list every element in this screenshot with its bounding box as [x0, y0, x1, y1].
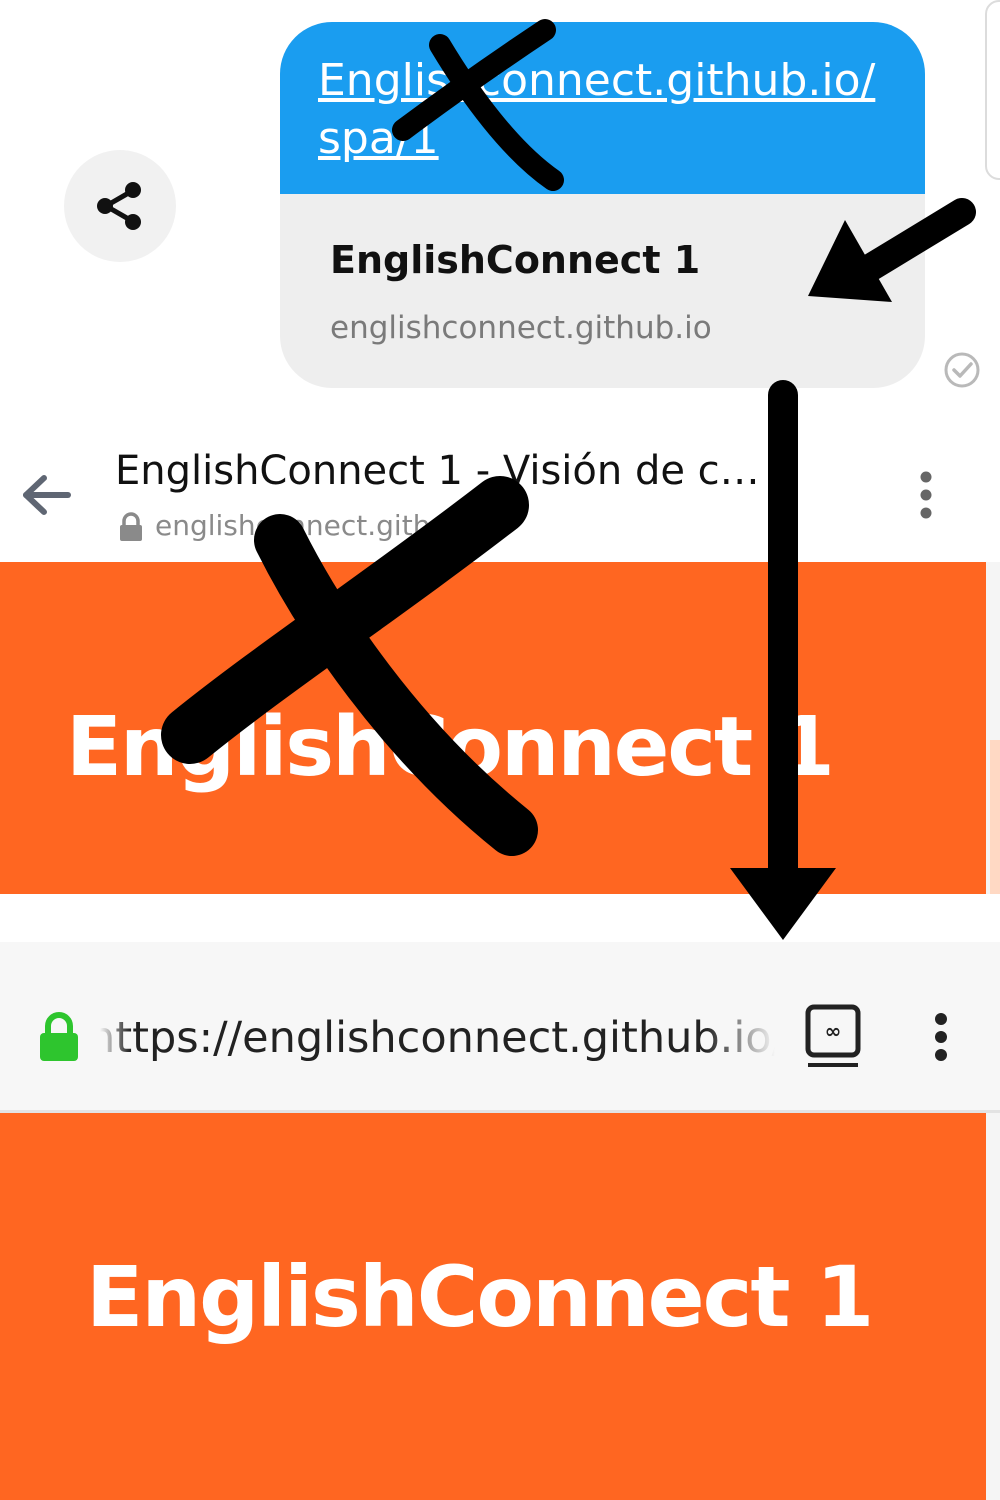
tab-switcher-icon[interactable]: ∞: [805, 1004, 861, 1068]
url-input[interactable]: https://englishconnect.github.io/spa/1: [100, 1008, 775, 1068]
svg-text:∞: ∞: [825, 1019, 842, 1043]
browser-banner-title: EnglishConnect 1: [86, 1248, 874, 1346]
lock-icon[interactable]: [38, 1012, 80, 1062]
edge-panel-handle[interactable]: [985, 0, 1000, 180]
message-link[interactable]: Englishconnect.github.io/spa/1: [318, 52, 898, 168]
more-vert-icon[interactable]: [924, 1012, 958, 1062]
preview-title: EnglishConnect 1: [330, 238, 701, 282]
url-fade-left: [100, 1008, 130, 1068]
link-message-area: Englishconnect.github.io/spa/1: [280, 22, 925, 194]
more-vert-icon[interactable]: [910, 470, 942, 520]
scroll-edge: [986, 1113, 1000, 1500]
url-fade-right: [705, 1008, 775, 1068]
section-gap: [0, 894, 1000, 942]
check-circle-icon: [944, 352, 980, 388]
share-button[interactable]: [64, 150, 176, 262]
preview-domain: englishconnect.github.io: [330, 310, 712, 346]
arrow-left-icon[interactable]: [18, 470, 76, 520]
url-text: https://englishconnect.github.io/spa/1: [100, 1013, 775, 1063]
webview-banner-title: EnglishConnect 1: [66, 700, 835, 795]
share-icon: [97, 182, 141, 230]
link-preview-bubble[interactable]: Englishconnect.github.io/spa/1 EnglishCo…: [280, 22, 925, 388]
lock-icon: [120, 512, 142, 541]
webview-domain: englishconnect.github.io: [155, 509, 455, 542]
webview-page-title: EnglishConnect 1 - Visión de co...: [115, 448, 775, 494]
scroll-edge-strip: [990, 740, 1000, 894]
